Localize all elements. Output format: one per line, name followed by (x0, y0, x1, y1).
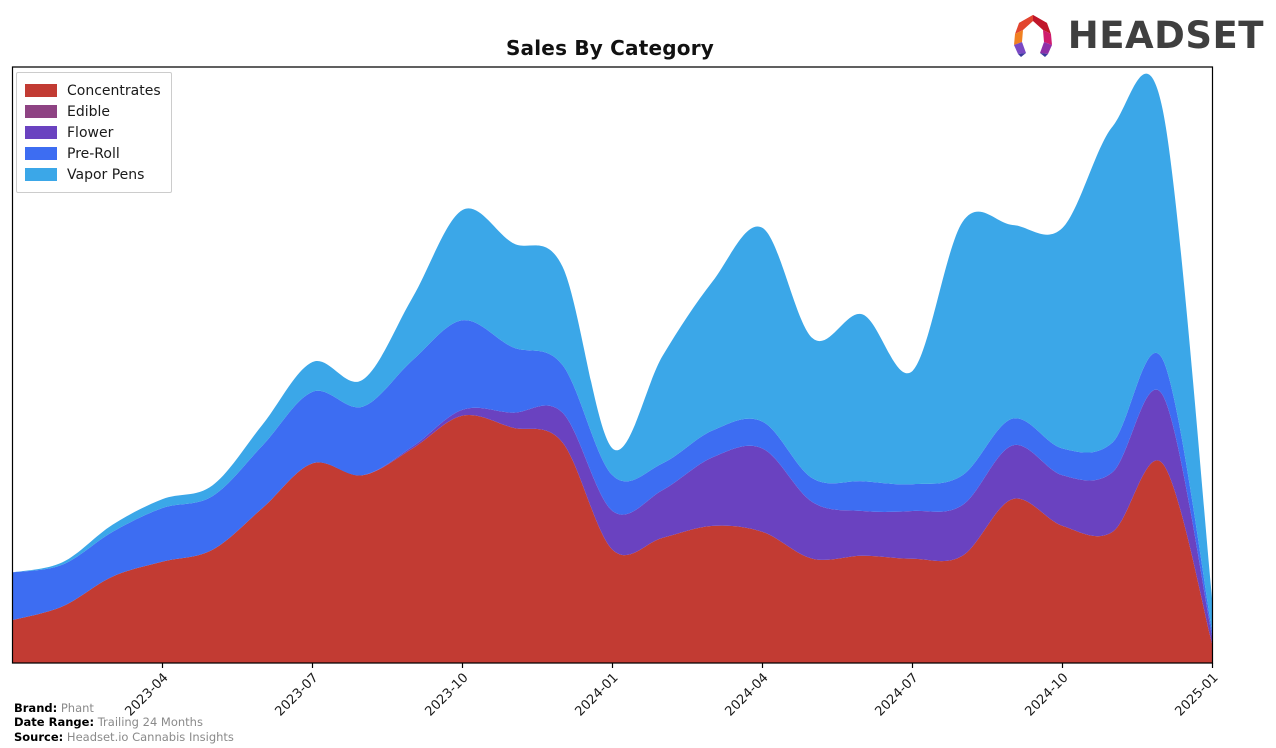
legend-item[interactable]: Flower (25, 122, 161, 143)
footer-row: Date Range: Trailing 24 Months (14, 715, 234, 730)
legend-item-label: Pre-Roll (67, 145, 120, 162)
x-axis-tick-label: 2024-10 (1023, 670, 1072, 719)
chart-legend: Concentrates Edible Flower Pre-Roll Vapor Pe… (16, 72, 172, 193)
legend-swatch-icon (25, 168, 57, 181)
footer-row: Brand: Phant (14, 701, 234, 716)
legend-item-label: Edible (67, 103, 111, 120)
legend-item-label: Flower (67, 124, 114, 141)
legend-item[interactable]: Edible (25, 101, 161, 122)
x-axis-tick-label: 2023-10 (423, 670, 472, 719)
legend-swatch-icon (25, 147, 57, 160)
footer-value: Headset.io Cannabis Insights (66, 729, 234, 744)
x-axis-tick-label: 2025-01 (1173, 670, 1222, 719)
footer-value: Trailing 24 Months (97, 715, 203, 729)
legend-swatch-icon (25, 105, 57, 118)
legend-swatch-icon (25, 126, 57, 139)
legend-item[interactable]: Vapor Pens (25, 164, 161, 185)
footer-row: Source: Headset.io Cannabis Insights (14, 730, 234, 745)
legend-item-label: Concentrates (67, 82, 161, 99)
x-axis-tick-label: 2024-01 (573, 670, 622, 719)
x-axis-tick-label: 2024-07 (873, 670, 922, 719)
x-axis-tick-label: 2024-04 (723, 670, 772, 719)
legend-item[interactable]: Pre-Roll (25, 143, 161, 164)
x-axis-tick-label: 2023-07 (273, 670, 322, 719)
footer-key: Source: (14, 729, 64, 744)
chart-footer: Brand: Phant Date Range: Trailing 24 Mont… (14, 701, 234, 745)
footer-value: Phant (60, 700, 94, 715)
stacked-area-chart: 2023-04 2023-07 2023-10 2024-01 2024-04 2024-… (11, 66, 1222, 719)
legend-swatch-icon (25, 84, 57, 97)
legend-item[interactable]: Concentrates (25, 80, 161, 101)
footer-key: Brand: (14, 700, 58, 715)
legend-item-label: Vapor Pens (67, 166, 145, 183)
chart-page: Sales By Category HEADSET 2023-04 2023-07… (0, 0, 1276, 748)
chart-plot-area: 2023-04 2023-07 2023-10 2024-01 2024-04 2024-… (0, 0, 1276, 748)
footer-key: Date Range: (14, 715, 95, 729)
